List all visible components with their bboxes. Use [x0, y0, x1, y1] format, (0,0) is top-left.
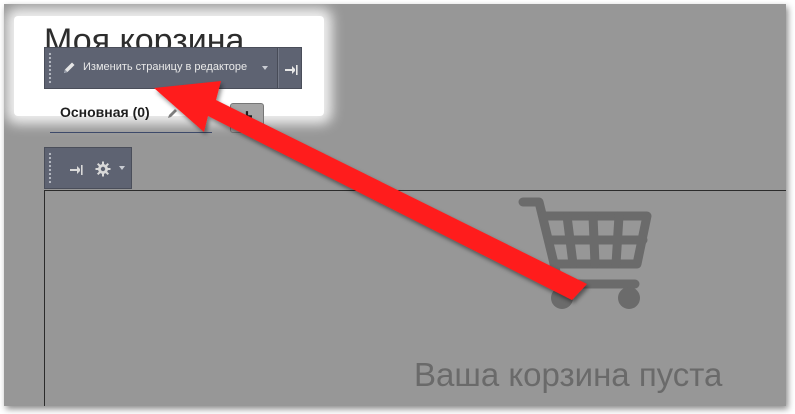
add-tab-button[interactable]: +: [230, 103, 264, 133]
toolbar-divider: [277, 48, 278, 88]
edit-page-label: Изменить страницу в редакторе: [83, 61, 248, 73]
drag-handle[interactable]: [48, 52, 53, 84]
editor-toolbar: Изменить страницу в редакторе: [44, 47, 302, 89]
plus-icon: +: [241, 106, 253, 128]
gear-icon[interactable]: [95, 161, 111, 177]
block-toolbar: [44, 147, 132, 189]
tab-main[interactable]: Основная (0): [60, 104, 150, 120]
pin-icon[interactable]: [284, 63, 298, 75]
pencil-icon: [61, 60, 77, 76]
chevron-down-icon: [262, 66, 268, 70]
screenshot-frame: Моя корзина Изменить страницу в редактор…: [4, 4, 786, 406]
drag-handle[interactable]: [48, 152, 53, 184]
cart-icon: [517, 194, 657, 314]
pin-icon[interactable]: [69, 163, 83, 175]
tab-edit-icon[interactable]: [166, 106, 180, 120]
chevron-down-icon[interactable]: [119, 166, 125, 170]
tab-bar: Основная (0): [50, 102, 212, 133]
empty-cart-message: Ваша корзина пуста: [414, 356, 723, 393]
